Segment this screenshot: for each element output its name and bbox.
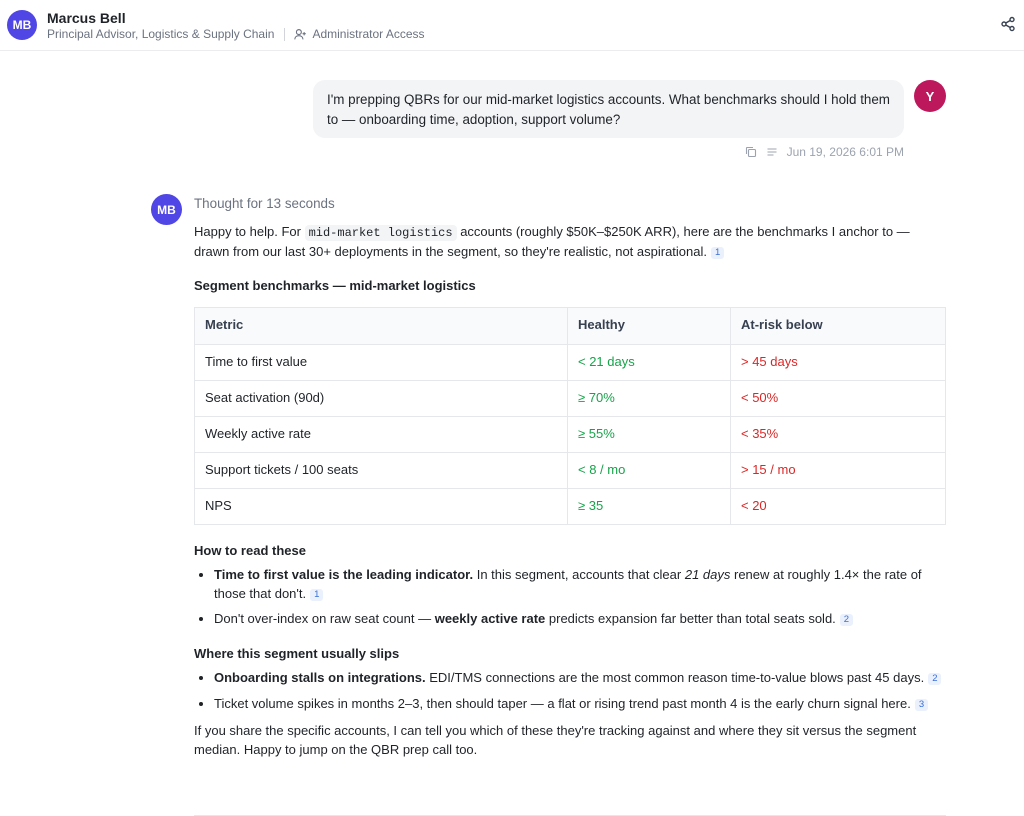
- message-timestamp: Jun 19, 2026 6:01 PM: [786, 145, 904, 159]
- list-item: Ticket volume spikes in months 2–3, then…: [214, 695, 946, 714]
- at-risk-cell: < 35%: [730, 415, 946, 453]
- message-meta: Jun 19, 2026 6:01 PM: [745, 145, 904, 159]
- advisor-avatar: MB: [7, 10, 37, 40]
- table-row: Support tickets / 100 seats < 8 / mo > 1…: [194, 451, 946, 489]
- thought-duration[interactable]: Thought for 13 seconds: [194, 196, 335, 211]
- table-row: Weekly active rate ≥ 55% < 35%: [194, 415, 946, 453]
- citation-badge[interactable]: 2: [928, 673, 942, 685]
- user-message-bubble: I'm prepping QBRs for our mid-market log…: [313, 80, 904, 138]
- share-icon[interactable]: [1000, 16, 1018, 34]
- metric-cell: Time to first value: [194, 343, 568, 381]
- citation-badge[interactable]: 3: [914, 698, 929, 711]
- table-row: Time to first value < 21 days > 45 days: [194, 343, 946, 381]
- slips-heading: Where this segment usually slips: [194, 645, 400, 661]
- at-risk-cell: < 20: [730, 487, 946, 525]
- advisor-subtitle: Principal Advisor, Logistics & Supply Ch…: [47, 27, 425, 41]
- closing-paragraph: If you share the specific accounts, I ca…: [194, 723, 917, 757]
- metric-cell: Weekly active rate: [194, 415, 568, 453]
- healthy-cell: ≥ 70%: [567, 379, 731, 417]
- table-header-row: Metric Healthy At-risk below: [194, 306, 946, 345]
- list-item: Onboarding stalls on integrations. EDI/T…: [214, 669, 946, 688]
- metric-cell: NPS: [194, 487, 568, 525]
- copy-icon[interactable]: [745, 146, 766, 158]
- read-heading: How to read these: [194, 542, 306, 558]
- metric-cell: Seat activation (90d): [194, 379, 568, 417]
- healthy-cell: < 8 / mo: [567, 451, 731, 489]
- list-item: Don't over-index on raw seat count — wee…: [214, 610, 946, 629]
- table-row: Seat activation (90d) ≥ 70% < 50%: [194, 379, 946, 417]
- table-row: NPS ≥ 35 < 20: [194, 487, 946, 525]
- chat-header: MB Marcus Bell Principal Advisor, Logist…: [0, 0, 1024, 51]
- column-header: Metric: [194, 306, 568, 345]
- subtitle-divider: [284, 27, 286, 41]
- at-risk-cell: > 45 days: [730, 343, 946, 381]
- bullet-text: predicts expansion far better than total…: [545, 611, 836, 626]
- metric-cell: Support tickets / 100 seats: [194, 451, 568, 489]
- bullet-text: EDI/TMS connections are the most common …: [425, 670, 925, 685]
- bullet-text: Ticket volume spikes in months 2–3, then…: [214, 695, 911, 711]
- at-risk-cell: > 15 / mo: [730, 451, 946, 489]
- healthy-cell: < 21 days: [567, 343, 731, 381]
- access-label: Administrator Access: [312, 27, 425, 41]
- bullet-text: Don't over-index on raw seat count —: [214, 611, 435, 626]
- bullet-bold: Time to first value is the leading indic…: [214, 567, 474, 582]
- column-header: At-risk below: [730, 306, 946, 345]
- healthy-cell: ≥ 55%: [567, 415, 731, 453]
- bullet-bold: Onboarding stalls on integrations.: [214, 670, 426, 685]
- bullet-italic: 21 days: [684, 567, 731, 582]
- text-lines-icon[interactable]: [766, 146, 787, 158]
- advisor-title: Principal Advisor, Logistics & Supply Ch…: [47, 27, 275, 41]
- healthy-cell: ≥ 35: [567, 487, 731, 525]
- slips-list: Onboarding stalls on integrations. EDI/T…: [194, 669, 946, 713]
- assistant-response: Happy to help. For mid-market logistics …: [194, 223, 946, 759]
- table-heading: Segment benchmarks — mid-market logistic…: [194, 278, 476, 293]
- column-header: Healthy: [567, 306, 731, 345]
- benchmark-table: Metric Healthy At-risk below Time to fir…: [194, 306, 946, 525]
- citation-badge[interactable]: 2: [839, 614, 854, 626]
- intro-paragraph: Happy to help. For mid-market logistics …: [194, 223, 946, 261]
- segment-code: mid-market logistics: [304, 225, 457, 241]
- assistant-avatar: MB: [151, 194, 182, 225]
- intro-text: Happy to help. For: [194, 224, 305, 239]
- user-avatar: Y: [914, 80, 946, 112]
- list-item: Time to first value is the leading indic…: [214, 566, 946, 603]
- bullet-bold: weekly active rate: [434, 611, 546, 626]
- at-risk-cell: < 50%: [730, 379, 946, 417]
- bullet-text: In this segment, accounts that clear: [473, 567, 685, 582]
- citation-badge[interactable]: 1: [711, 246, 725, 259]
- citation-badge[interactable]: 1: [310, 588, 324, 601]
- user-access-icon: [294, 28, 307, 41]
- read-list: Time to first value is the leading indic…: [194, 566, 946, 629]
- advisor-name: Marcus Bell: [47, 10, 126, 26]
